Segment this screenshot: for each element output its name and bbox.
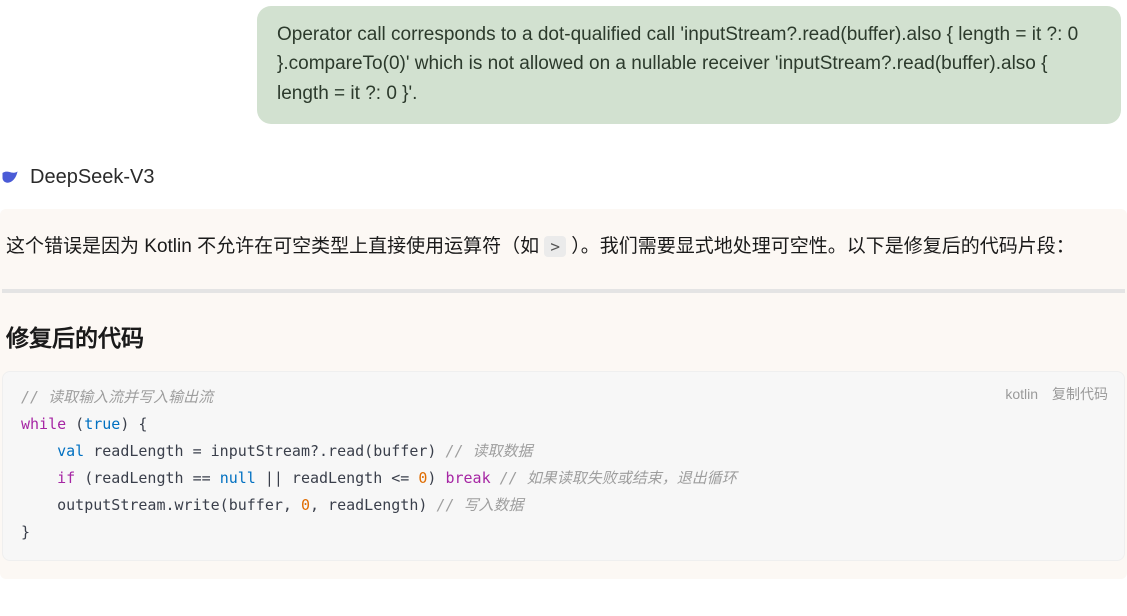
code-text: || readLength <= bbox=[256, 469, 419, 487]
code-comment: // 读取输入流并写入输出流 bbox=[21, 388, 213, 406]
code-keyword-while: while bbox=[21, 415, 66, 433]
ai-header: DeepSeek-V3 bbox=[0, 124, 1127, 189]
intro-text-pre: 这个错误是因为 Kotlin 不允许在可空类型上直接使用运算符（如 bbox=[6, 236, 544, 257]
code-block-meta: kotlin 复制代码 bbox=[1005, 382, 1108, 407]
code-text: ) bbox=[427, 469, 445, 487]
code-text: ) { bbox=[120, 415, 147, 433]
ai-answer-block: 这个错误是因为 Kotlin 不允许在可空类型上直接使用运算符（如 > ）。我们… bbox=[0, 209, 1127, 579]
intro-text-post: ）。我们需要显式地处理可空性。以下是修复后的代码片段： bbox=[566, 236, 1075, 257]
code-literal-null: null bbox=[220, 469, 256, 487]
user-message-row: Operator call corresponds to a dot-quali… bbox=[0, 0, 1127, 124]
ai-model-name: DeepSeek-V3 bbox=[30, 166, 155, 189]
code-text: (readLength == bbox=[75, 469, 220, 487]
code-language-label: kotlin bbox=[1005, 382, 1038, 407]
code-keyword-val: val bbox=[57, 442, 84, 460]
answer-intro-paragraph: 这个错误是因为 Kotlin 不允许在可空类型上直接使用运算符（如 > ）。我们… bbox=[2, 229, 1125, 265]
code-literal-true: true bbox=[84, 415, 120, 433]
deepseek-logo-icon bbox=[0, 168, 20, 188]
section-divider bbox=[2, 289, 1125, 293]
code-comment: // 读取数据 bbox=[445, 442, 532, 460]
code-text: } bbox=[21, 523, 30, 541]
code-content: // 读取输入流并写入输出流 while (true) { val readLe… bbox=[21, 384, 1106, 546]
code-block: kotlin 复制代码 // 读取输入流并写入输出流 while (true) … bbox=[2, 371, 1125, 561]
code-text: outputStream.write(buffer, bbox=[21, 496, 301, 514]
copy-code-button[interactable]: 复制代码 bbox=[1052, 382, 1108, 407]
code-keyword-break: break bbox=[445, 469, 490, 487]
chat-page: Operator call corresponds to a dot-quali… bbox=[0, 0, 1127, 599]
code-text: , readLength) bbox=[310, 496, 436, 514]
user-message-bubble: Operator call corresponds to a dot-quali… bbox=[257, 6, 1121, 124]
code-text: readLength = inputStream?.read(buffer) bbox=[84, 442, 445, 460]
fixed-code-heading: 修复后的代码 bbox=[6, 319, 1125, 353]
code-number: 0 bbox=[301, 496, 310, 514]
code-comment: // 如果读取失败或结束，退出循环 bbox=[500, 469, 737, 487]
code-keyword-if: if bbox=[57, 469, 75, 487]
user-message-text: Operator call corresponds to a dot-quali… bbox=[277, 24, 1078, 104]
inline-code-operator: > bbox=[544, 236, 566, 257]
code-comment: // 写入数据 bbox=[436, 496, 523, 514]
